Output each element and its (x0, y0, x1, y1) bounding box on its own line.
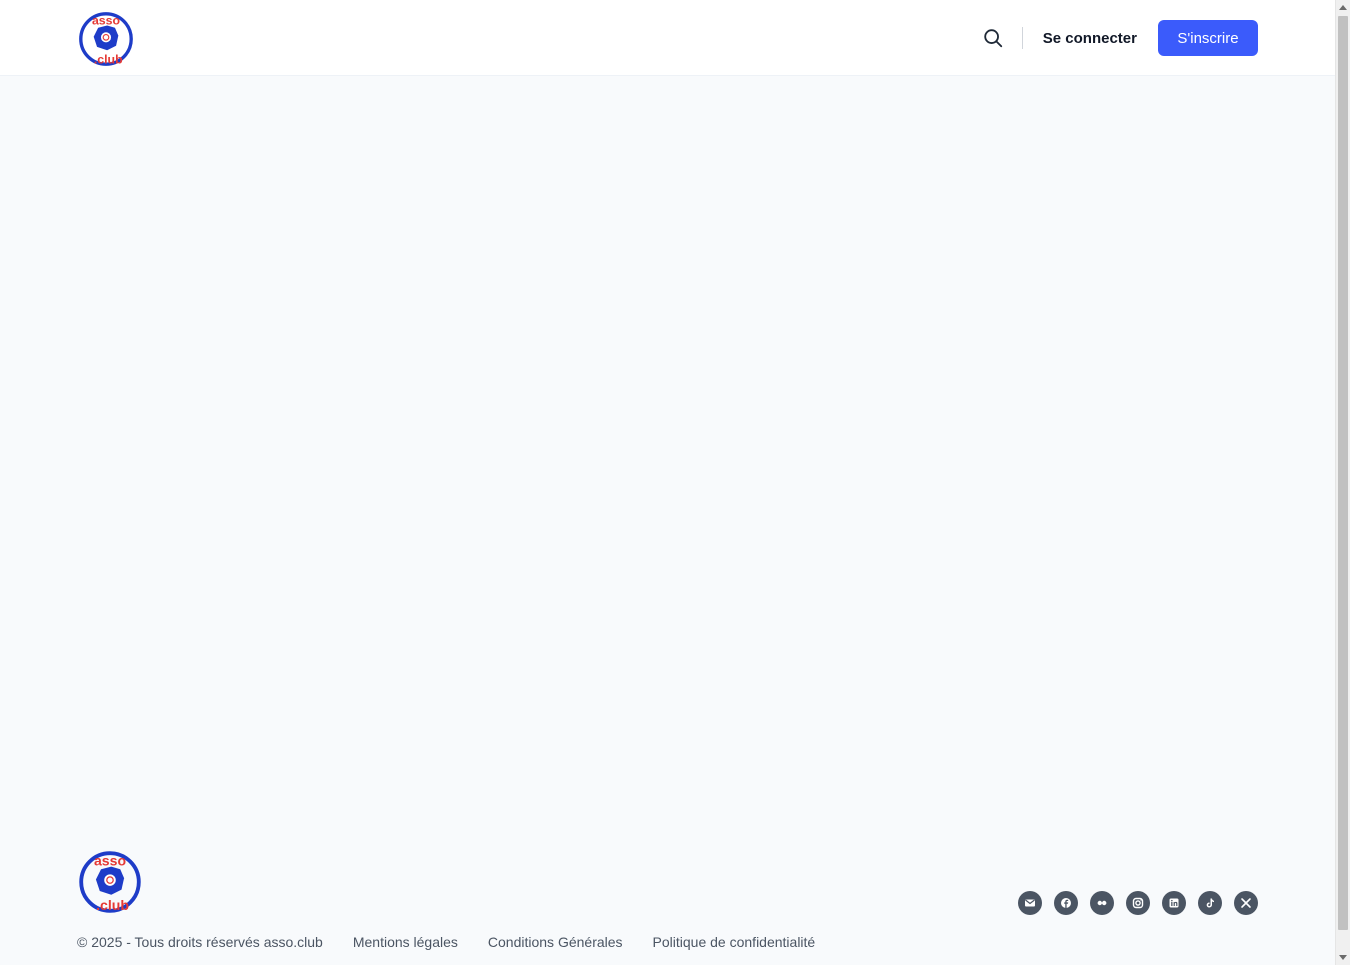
footer-bar: © 2025 - Tous droits réservés asso.club … (77, 934, 845, 950)
mail-icon (1025, 899, 1035, 907)
footer-link-privacy[interactable]: Politique de confidentialité (653, 934, 816, 950)
social-linkedin[interactable] (1162, 891, 1186, 915)
x-icon (1241, 898, 1251, 908)
site-header: asso .club Se connecter S'inscrire (0, 0, 1335, 76)
footer-link-mentions[interactable]: Mentions légales (353, 934, 458, 950)
social-facebook[interactable] (1054, 891, 1078, 915)
site-logo[interactable]: asso .club (78, 11, 134, 67)
social-x[interactable] (1234, 891, 1258, 915)
social-mail[interactable] (1018, 891, 1042, 915)
svg-text:.club: .club (96, 897, 129, 913)
search-icon (984, 29, 1002, 48)
social-links (1006, 891, 1258, 915)
social-tiktok[interactable] (1198, 891, 1222, 915)
login-link[interactable]: Se connecter (1043, 30, 1137, 47)
page: asso .club Se connecter S'inscrire asso … (0, 0, 1335, 965)
svg-text:.club: .club (94, 53, 123, 67)
tiktok-icon (1206, 898, 1214, 908)
scroll-up-arrow-icon[interactable] (1339, 5, 1347, 10)
scroll-down-arrow-icon[interactable] (1339, 955, 1347, 960)
social-instagram[interactable] (1126, 891, 1150, 915)
footer-link-conditions[interactable]: Conditions Générales (488, 934, 623, 950)
scroll-thumb[interactable] (1338, 16, 1348, 930)
signup-button[interactable]: S'inscrire (1158, 20, 1258, 56)
asso-club-logo-icon: asso .club (79, 851, 141, 913)
vertical-scrollbar[interactable] (1335, 0, 1350, 965)
flickr-icon (1097, 900, 1107, 906)
footer-logo[interactable]: asso .club (78, 850, 142, 914)
asso-club-logo-icon: asso .club (79, 12, 133, 67)
svg-text:asso: asso (92, 13, 121, 27)
header-divider (1021, 27, 1023, 49)
instagram-icon (1132, 897, 1144, 909)
search-button[interactable] (982, 27, 1004, 49)
facebook-icon (1061, 898, 1071, 908)
social-flickr[interactable] (1090, 891, 1114, 915)
header-actions: Se connecter S'inscrire (982, 20, 1258, 56)
linkedin-icon (1169, 898, 1179, 908)
svg-text:asso: asso (94, 852, 126, 868)
copyright-text: © 2025 - Tous droits réservés asso.club (77, 934, 323, 950)
